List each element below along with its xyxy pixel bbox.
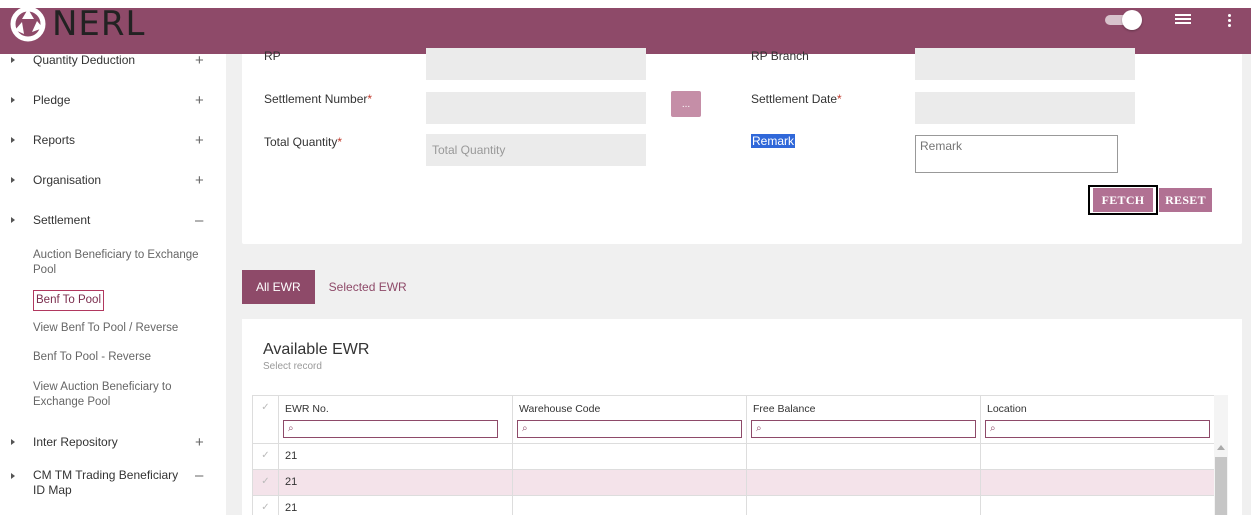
settlement-lookup-button[interactable]: ... bbox=[671, 91, 701, 117]
chevron-right-icon bbox=[11, 439, 15, 445]
rp-branch-label: RP Branch bbox=[751, 49, 809, 63]
grid-scrollbar[interactable] bbox=[1214, 395, 1228, 515]
expand-icon: + bbox=[195, 91, 204, 109]
cell-warehouse-code bbox=[513, 496, 747, 515]
cell-warehouse-code bbox=[513, 444, 747, 470]
sidebar-item-quantity-deduction[interactable]: Quantity Deduction + bbox=[0, 54, 226, 80]
table-row[interactable]: ✓ 21 bbox=[253, 495, 1215, 515]
column-free-balance[interactable]: Free Balance ⌕ bbox=[747, 396, 981, 443]
expand-icon: + bbox=[195, 131, 204, 149]
select-all-checkbox[interactable]: ✓ bbox=[253, 396, 279, 443]
ewr-tabs: All EWR Selected EWR bbox=[242, 270, 421, 304]
sidebar-item-inter-repository[interactable]: Inter Repository + bbox=[0, 422, 226, 462]
cell-location bbox=[981, 470, 1215, 496]
rp-branch-field[interactable] bbox=[915, 48, 1135, 80]
cell-free-balance bbox=[747, 470, 981, 496]
sidebar-subitem-view-benf-to-pool-reverse[interactable]: View Benf To Pool / Reverse bbox=[33, 321, 208, 336]
nerl-logo-icon bbox=[10, 6, 46, 42]
search-icon[interactable]: ⌕ bbox=[283, 420, 498, 438]
settlement-number-label: Settlement Number* bbox=[264, 92, 373, 106]
column-location[interactable]: Location ⌕ bbox=[981, 396, 1215, 443]
sidebar-subitem-benf-to-pool-reverse[interactable]: Benf To Pool - Reverse bbox=[33, 350, 208, 365]
chevron-right-icon bbox=[11, 57, 15, 63]
chevron-right-icon bbox=[11, 177, 15, 183]
sidebar-item-cm-tm-trading[interactable]: CM TM Trading Beneficiary ID Map – bbox=[0, 466, 226, 502]
search-icon[interactable]: ⌕ bbox=[985, 420, 1210, 438]
sidebar-item-reports[interactable]: Reports + bbox=[0, 120, 226, 160]
chevron-right-icon bbox=[11, 137, 15, 143]
sidebar-item-label: Organisation bbox=[33, 173, 102, 187]
reset-button[interactable]: RESET bbox=[1159, 188, 1212, 212]
sidebar-item-label: Inter Repository bbox=[33, 435, 118, 449]
cell-free-balance bbox=[747, 444, 981, 470]
total-quantity-label: Total Quantity* bbox=[264, 135, 343, 149]
settlement-form: RP RP Branch Settlement Number* ... Sett… bbox=[242, 48, 1242, 244]
toggle-knob bbox=[1122, 10, 1142, 30]
rp-label: RP bbox=[264, 49, 281, 63]
total-quantity-field[interactable]: Total Quantity bbox=[426, 134, 646, 166]
cell-ewr-no: 21 bbox=[279, 470, 513, 496]
cell-ewr-no: 21 bbox=[279, 496, 513, 515]
brand[interactable]: NERL bbox=[10, 4, 145, 44]
chevron-right-icon bbox=[11, 97, 15, 103]
main-content: RP RP Branch Settlement Number* ... Sett… bbox=[226, 48, 1251, 515]
search-icon[interactable]: ⌕ bbox=[517, 420, 742, 438]
grid-subtitle: Select record bbox=[263, 361, 322, 372]
sidebar-item-pledge[interactable]: Pledge + bbox=[0, 80, 226, 120]
row-checkbox[interactable]: ✓ bbox=[253, 444, 279, 469]
sidebar-item-label: Settlement bbox=[33, 213, 91, 227]
expand-icon: + bbox=[195, 54, 204, 69]
settlement-date-field[interactable] bbox=[915, 92, 1135, 124]
cell-location bbox=[981, 444, 1215, 470]
expand-icon: + bbox=[195, 433, 204, 451]
sidebar-subitem-view-auction-beneficiary[interactable]: View Auction Beneficiary to Exchange Poo… bbox=[33, 380, 208, 410]
sidebar-item-organisation[interactable]: Organisation + bbox=[0, 160, 226, 200]
sidebar-item-label: Pledge bbox=[33, 93, 71, 107]
tab-selected-ewr[interactable]: Selected EWR bbox=[315, 270, 421, 304]
column-warehouse-code[interactable]: Warehouse Code ⌕ bbox=[513, 396, 747, 443]
expand-icon: + bbox=[195, 171, 204, 189]
sidebar-item-label: Reports bbox=[33, 133, 76, 147]
sidebar-item-label: Quantity Deduction bbox=[33, 54, 136, 67]
scroll-thumb[interactable] bbox=[1215, 457, 1227, 515]
more-vertical-icon[interactable] bbox=[1228, 12, 1232, 29]
collapse-icon: – bbox=[195, 211, 204, 229]
cell-ewr-no: 21 bbox=[279, 444, 513, 470]
remark-label: Remark bbox=[751, 134, 796, 148]
ewr-grid: ✓ EWR No. ⌕ Warehouse Code ⌕ Free Balanc… bbox=[252, 395, 1215, 515]
settlement-number-field[interactable] bbox=[426, 92, 646, 124]
column-ewr-no[interactable]: EWR No. ⌕ bbox=[279, 396, 513, 443]
settlement-date-label: Settlement Date* bbox=[751, 92, 842, 106]
chevron-right-icon bbox=[11, 217, 15, 223]
row-checkbox[interactable]: ✓ bbox=[253, 470, 279, 495]
sidebar-item-label: CM TM Trading Beneficiary ID Map bbox=[33, 468, 179, 497]
tab-all-ewr[interactable]: All EWR bbox=[242, 270, 315, 304]
sidebar: Quantity Deduction + Pledge + Reports + … bbox=[0, 54, 226, 515]
collapse-icon: – bbox=[195, 467, 204, 484]
fetch-button[interactable]: FETCH bbox=[1093, 188, 1153, 212]
sidebar-subitem-benf-to-pool[interactable]: Benf To Pool bbox=[33, 290, 105, 311]
table-row[interactable]: ✓ 21 bbox=[253, 469, 1215, 496]
grid-title: Available EWR bbox=[263, 341, 370, 358]
cell-free-balance bbox=[747, 496, 981, 515]
cell-location bbox=[981, 496, 1215, 515]
scroll-up-icon[interactable] bbox=[1217, 445, 1225, 450]
row-checkbox[interactable]: ✓ bbox=[253, 496, 279, 515]
cell-warehouse-code bbox=[513, 470, 747, 496]
top-bar: NERL bbox=[0, 0, 1251, 54]
sidebar-subitem-auction-beneficiary[interactable]: Auction Beneficiary to Exchange Pool bbox=[33, 248, 208, 278]
sidebar-item-settlement[interactable]: Settlement – bbox=[0, 200, 226, 240]
brand-name: NERL bbox=[52, 4, 146, 44]
list-icon[interactable] bbox=[1175, 12, 1191, 26]
remark-input[interactable] bbox=[915, 135, 1118, 173]
chevron-right-icon bbox=[11, 473, 15, 479]
available-ewr-card: Available EWR Select record ✓ EWR No. ⌕ … bbox=[242, 319, 1242, 515]
theme-toggle[interactable] bbox=[1105, 10, 1143, 30]
search-icon[interactable]: ⌕ bbox=[751, 420, 976, 438]
grid-header: ✓ EWR No. ⌕ Warehouse Code ⌕ Free Balanc… bbox=[253, 396, 1215, 443]
rp-field[interactable] bbox=[426, 48, 646, 80]
table-row[interactable]: ✓ 21 bbox=[253, 443, 1215, 470]
